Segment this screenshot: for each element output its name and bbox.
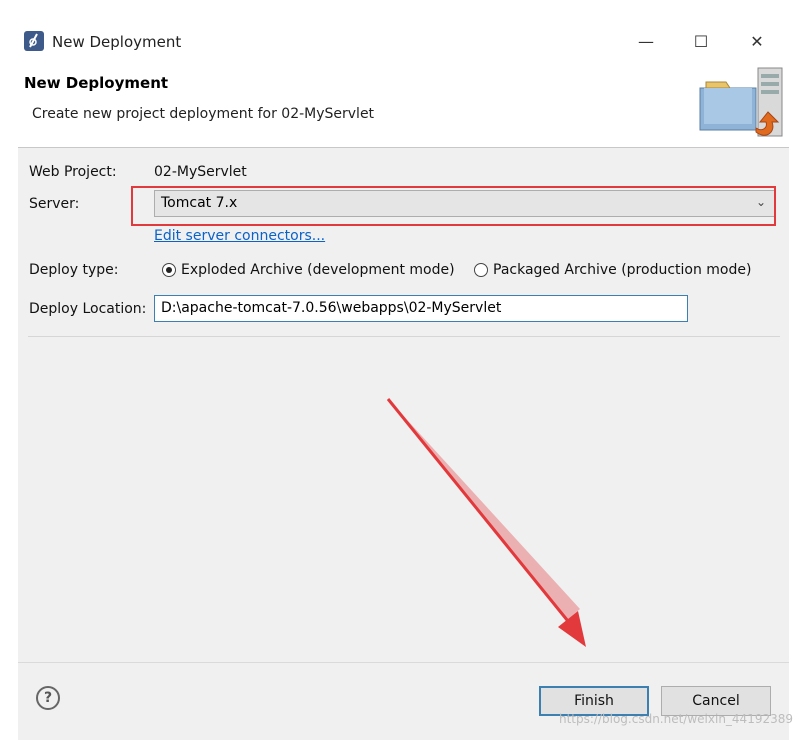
watermark-text: https://blog.csdn.net/weixin_44192389 bbox=[558, 712, 793, 726]
radio-packaged-archive[interactable] bbox=[474, 263, 488, 277]
server-label: Server: bbox=[29, 196, 80, 212]
window-title: New Deployment bbox=[52, 33, 182, 51]
deployment-banner-icon bbox=[699, 67, 783, 137]
minimize-button[interactable]: — bbox=[623, 24, 669, 58]
deploy-location-label: Deploy Location: bbox=[29, 301, 147, 317]
web-project-label: Web Project: bbox=[29, 164, 117, 180]
maximize-button[interactable]: ☐ bbox=[678, 24, 724, 58]
close-button[interactable]: ✕ bbox=[734, 24, 780, 58]
deploy-location-value: D:\apache-tomcat-7.0.56\webapps\02-MySer… bbox=[161, 300, 502, 316]
exploded-archive-label: Exploded Archive (development mode) bbox=[181, 262, 455, 278]
red-arrow-annotation bbox=[386, 398, 586, 647]
eclipse-plugin-icon bbox=[24, 31, 44, 51]
help-icon[interactable]: ? bbox=[36, 686, 60, 710]
form-separator bbox=[28, 336, 780, 337]
dialog-header-title: New Deployment bbox=[24, 74, 169, 92]
radio-exploded-archive[interactable] bbox=[162, 263, 176, 277]
dialog-header-description: Create new project deployment for 02-MyS… bbox=[32, 106, 375, 122]
deploy-location-input[interactable]: D:\apache-tomcat-7.0.56\webapps\02-MySer… bbox=[154, 295, 688, 322]
edit-server-connectors-link[interactable]: Edit server connectors... bbox=[154, 228, 325, 244]
deploy-type-label: Deploy type: bbox=[29, 262, 119, 278]
web-project-value: 02-MyServlet bbox=[154, 164, 247, 180]
packaged-archive-label: Packaged Archive (production mode) bbox=[493, 262, 752, 278]
highlight-annotation-box bbox=[131, 186, 776, 226]
